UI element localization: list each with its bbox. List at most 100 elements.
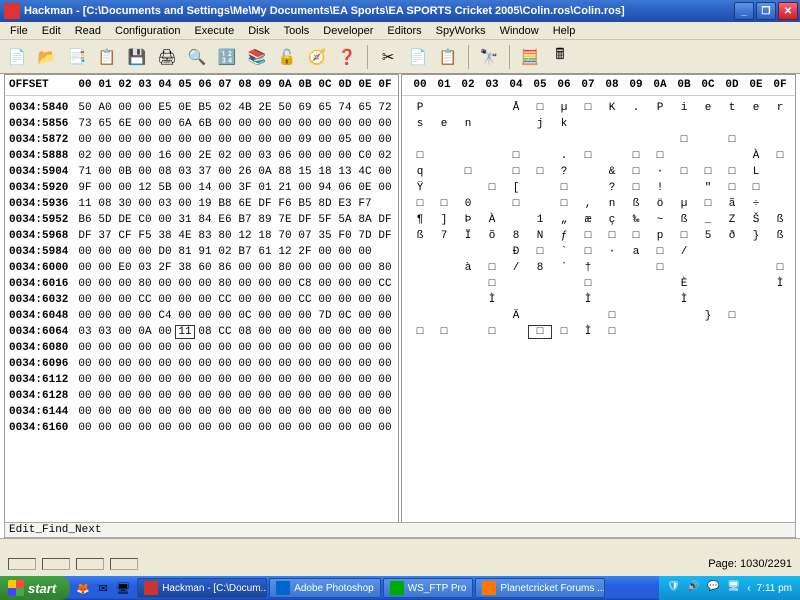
ascii-cell[interactable]: □ (624, 166, 648, 178)
ascii-cell[interactable]: q (408, 166, 432, 178)
hex-cell[interactable]: 4C (355, 166, 375, 178)
menu-developer[interactable]: Developer (317, 24, 379, 39)
hex-cell[interactable]: E5 (155, 102, 175, 114)
hex-cell[interactable]: 0B (115, 166, 135, 178)
hex-cell[interactable]: 00 (135, 374, 155, 386)
ql-desktop-icon[interactable]: 🖥 (114, 579, 132, 597)
ascii-cell[interactable]: ö (648, 198, 672, 210)
hex-cell[interactable]: 89 (255, 214, 275, 226)
ascii-cell[interactable]: □ (480, 262, 504, 274)
hex-cell[interactable]: 00 (315, 326, 335, 338)
hex-cell[interactable]: 00 (155, 390, 175, 402)
hex-cell[interactable]: 00 (155, 214, 175, 226)
hex-row[interactable]: 0034:58720000000000000000000000090005000… (5, 132, 398, 148)
ascii-cell[interactable]: ã (720, 198, 744, 210)
ascii-cell[interactable]: 8 (504, 230, 528, 242)
hex-cell[interactable]: 00 (95, 422, 115, 434)
hex-cell[interactable]: 84 (195, 214, 215, 226)
hex-cell[interactable]: 2E (195, 150, 215, 162)
ascii-cell[interactable]: □ (528, 325, 552, 339)
hex-cell[interactable]: F5 (135, 230, 155, 242)
ascii-cell[interactable]: □ (672, 230, 696, 242)
hex-cell[interactable]: 00 (135, 134, 155, 146)
hex-cell[interactable]: 00 (255, 278, 275, 290)
hex-cell[interactable]: 00 (295, 390, 315, 402)
hex-cell[interactable]: 09 (295, 134, 315, 146)
hex-cell[interactable]: 00 (335, 374, 355, 386)
menu-read[interactable]: Read (69, 24, 107, 39)
hex-cell[interactable]: 72 (375, 102, 395, 114)
hex-cell[interactable]: F0 (335, 230, 355, 242)
hex-cell[interactable]: 80 (375, 262, 395, 274)
hex-cell[interactable]: 7D (315, 310, 335, 322)
hex-cell[interactable]: 00 (275, 278, 295, 290)
ascii-cell[interactable]: □ (624, 182, 648, 194)
ascii-cell[interactable]: Ì (576, 326, 600, 338)
ascii-cell[interactable]: □ (720, 134, 744, 146)
hex-cell[interactable]: 00 (375, 134, 395, 146)
hex-cell[interactable]: 00 (355, 406, 375, 418)
hex-cell[interactable]: 00 (235, 134, 255, 146)
hex-cell[interactable]: 00 (235, 374, 255, 386)
hex-cell[interactable]: 00 (335, 406, 355, 418)
hex-cell[interactable]: 00 (175, 358, 195, 370)
hex-cell[interactable]: 35 (315, 230, 335, 242)
hex-cell[interactable]: 00 (355, 118, 375, 130)
ascii-row[interactable]: □□0□□,nßöµ□ã÷ (402, 196, 795, 212)
ascii-cell[interactable]: È (672, 278, 696, 290)
hex-row[interactable]: 0034:60160000008000000080000000C8000000C… (5, 276, 398, 292)
hex-cell[interactable]: 65 (315, 102, 335, 114)
hex-cell[interactable]: 00 (175, 342, 195, 354)
menu-configuration[interactable]: Configuration (109, 24, 186, 39)
hex-cell[interactable]: 00 (115, 374, 135, 386)
toolbar-button[interactable]: ❓ (334, 44, 360, 70)
hex-cell[interactable]: 0E (355, 182, 375, 194)
hex-cell[interactable]: 80 (215, 278, 235, 290)
hex-cell[interactable]: 2F (155, 262, 175, 274)
hex-cell[interactable]: 00 (115, 102, 135, 114)
ascii-cell[interactable]: Ï (456, 230, 480, 242)
hex-cell[interactable]: 50 (75, 102, 95, 114)
hex-cell[interactable]: 00 (95, 278, 115, 290)
hex-cell[interactable]: 02 (75, 150, 95, 162)
toolbar-button[interactable]: 📋 (435, 44, 461, 70)
ascii-cell[interactable]: □ (504, 198, 528, 210)
hex-cell[interactable]: 00 (95, 150, 115, 162)
hex-cell[interactable]: 00 (215, 422, 235, 434)
hex-cell[interactable]: 00 (155, 422, 175, 434)
hex-cell[interactable]: 5F (315, 214, 335, 226)
ascii-row[interactable]: ÌÌÌ (402, 292, 795, 308)
toolbar-button[interactable]: 🖨 (154, 44, 180, 70)
hex-cell[interactable]: 00 (275, 310, 295, 322)
hex-cell[interactable]: 00 (295, 310, 315, 322)
hex-cell[interactable]: B7 (235, 246, 255, 258)
ascii-cell[interactable]: Å (504, 102, 528, 114)
hex-cell[interactable]: CC (135, 294, 155, 306)
ascii-cell[interactable]: _ (696, 214, 720, 226)
hex-cell[interactable]: 00 (115, 310, 135, 322)
hex-row[interactable]: 0034:60800000000000000000000000000000000… (5, 340, 398, 356)
hex-cell[interactable]: 00 (95, 182, 115, 194)
hex-cell[interactable]: 4E (175, 230, 195, 242)
hex-cell[interactable]: 00 (295, 358, 315, 370)
hex-cell[interactable]: 00 (355, 134, 375, 146)
hex-cell[interactable]: D0 (155, 246, 175, 258)
hex-cell[interactable]: 00 (75, 262, 95, 274)
hex-cell[interactable]: 00 (115, 406, 135, 418)
ascii-cell[interactable]: ` (552, 262, 576, 274)
hex-cell[interactable]: 00 (295, 406, 315, 418)
hex-cell[interactable]: 00 (235, 422, 255, 434)
hex-cell[interactable]: 00 (215, 134, 235, 146)
hex-cell[interactable]: 61 (255, 246, 275, 258)
hex-cell[interactable]: 00 (315, 390, 335, 402)
hex-cell[interactable]: 00 (155, 358, 175, 370)
toolbar-button[interactable]: 🔢 (214, 44, 240, 70)
hex-row[interactable]: 0034:61120000000000000000000000000000000… (5, 372, 398, 388)
hex-cell[interactable]: 00 (175, 150, 195, 162)
hex-cell[interactable]: 00 (115, 246, 135, 258)
ascii-cell[interactable]: Š (744, 214, 768, 226)
ascii-cell[interactable]: □ (552, 182, 576, 194)
hex-cell[interactable]: 08 (95, 198, 115, 210)
menu-help[interactable]: Help (547, 24, 582, 39)
hex-cell[interactable]: 00 (235, 406, 255, 418)
